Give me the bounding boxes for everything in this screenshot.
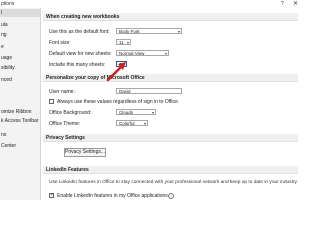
sidebar-item-customize-ribbon[interactable]: omize Ribbon (1, 109, 32, 115)
office-background-label: Office Background: (49, 110, 92, 116)
chevron-down-icon: ▾ (126, 40, 129, 45)
chevron-down-icon: ▾ (164, 51, 167, 56)
username-value: David (119, 89, 131, 94)
chevron-down-icon: ▾ (151, 110, 154, 115)
office-background-dropdown[interactable]: Clouds ▾ (116, 109, 156, 115)
always-use-values-label: Always use these values regardless of si… (57, 99, 180, 105)
close-icon[interactable]: ✕ (293, 0, 298, 7)
sidebar-item-formulas[interactable]: ula (1, 22, 8, 28)
window-title: ptions (1, 1, 15, 7)
sidebar-item-trust-center[interactable]: Center (1, 143, 16, 149)
office-background-value: Clouds (119, 110, 134, 115)
office-theme-value: Colorful (119, 121, 135, 126)
sidebar-item-accessibility[interactable]: sibility (1, 65, 15, 71)
section-header-personalize: Personalize your copy of Microsoft Offic… (43, 74, 298, 82)
font-size-dropdown[interactable]: 11 ▾ (116, 39, 131, 45)
title-bar: ptions ? ✕ (0, 0, 300, 8)
sidebar-item-proofing[interactable]: ng (1, 32, 7, 38)
default-font-dropdown[interactable]: Body Font ▾ (116, 28, 182, 34)
sidebar-item-advanced[interactable]: nced (1, 77, 12, 83)
sidebar-item-general[interactable]: l (0, 9, 40, 17)
enable-linkedin-checkbox[interactable] (49, 192, 54, 198)
sidebar-item-quick-access-toolbar[interactable]: k Access Toolbar (1, 118, 38, 124)
sidebar-item-save[interactable]: e (1, 44, 4, 50)
default-view-dropdown[interactable]: Normal View ▾ (116, 50, 169, 56)
always-use-values-checkbox[interactable] (49, 99, 54, 104)
chevron-down-icon: ▾ (177, 29, 180, 34)
default-view-value: Normal View (119, 51, 145, 56)
chevron-down-icon: ▾ (143, 121, 146, 126)
sheets-count-label: Include this many sheets: (49, 62, 106, 68)
font-size-label: Font size: (49, 40, 71, 46)
section-header-linkedin: LinkedIn Features (43, 166, 298, 174)
username-input[interactable]: David (116, 88, 182, 94)
default-font-value: Body Font (119, 29, 140, 34)
privacy-settings-button[interactable]: Privacy Settings... (64, 148, 106, 157)
sheets-count-spinner[interactable]: 1 (116, 61, 127, 67)
username-label: User name: (49, 89, 75, 95)
info-icon[interactable]: i (168, 193, 174, 199)
enable-linkedin-label: Enable LinkedIn features in my Office ap… (57, 193, 168, 199)
office-theme-label: Office Theme: (49, 121, 81, 127)
office-theme-dropdown[interactable]: Colorful ▾ (116, 120, 148, 126)
help-icon[interactable]: ? (281, 1, 284, 7)
font-size-value: 11 (119, 40, 124, 45)
options-main-panel: When creating new workbooks Use this as … (41, 8, 300, 200)
sidebar-item-language[interactable]: uage (1, 55, 12, 61)
options-sidebar: l ula ng e uage sibility nced omize Ribb… (0, 8, 41, 200)
section-header-privacy: Privacy Settings (43, 134, 298, 142)
section-header-new-workbooks: When creating new workbooks (43, 13, 298, 21)
default-view-label: Default view for new sheets: (49, 51, 112, 57)
sheets-count-value: 1 (119, 62, 122, 67)
default-font-label: Use this as the default font: (49, 29, 110, 35)
linkedin-description: Use LinkedIn features in Office to stay … (49, 180, 298, 185)
sidebar-item-add-ins[interactable]: ns (1, 132, 6, 138)
